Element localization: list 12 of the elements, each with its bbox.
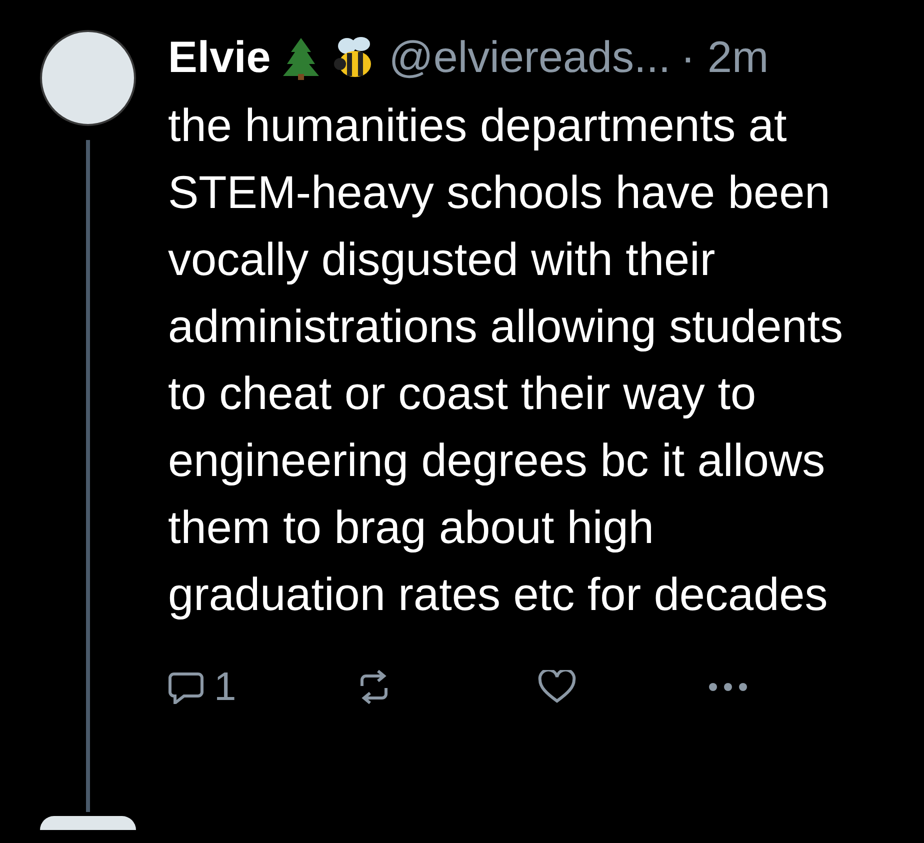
reply-button[interactable]: 1 — [168, 657, 358, 717]
more-button[interactable] — [708, 682, 748, 692]
tweet-text: the humanities departments at STEM-heavy schools have been vocally disgusted with their administrations allowing students to cheat or coast their way to engineering degrees bc it allows them to brag about high graduation rates etc for decades — [168, 98, 844, 622]
heart-icon — [538, 670, 576, 704]
timestamp: · 2m — [680, 36, 769, 80]
handle[interactable]: @elviereads... — [388, 36, 671, 80]
retweet-icon — [358, 670, 390, 704]
avatar[interactable] — [40, 816, 136, 830]
display-name[interactable]: Elvie — [168, 36, 271, 80]
reply-icon — [168, 670, 204, 704]
tree-icon — [280, 36, 321, 80]
more-icon — [708, 682, 748, 692]
